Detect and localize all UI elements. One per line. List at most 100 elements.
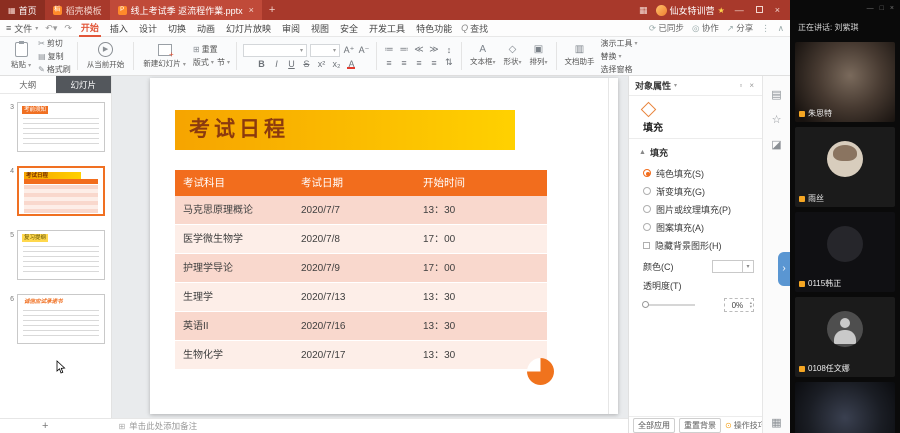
format-painter-button[interactable]: ✎格式刷 [38,64,71,75]
apps-grid-icon[interactable]: ▦ [763,416,790,429]
slide-page[interactable]: 考试日程 考试科目 考试日期 开始时间 马克思原理概论 2020/7/7 13：… [150,78,618,414]
decrease-font-icon[interactable]: A⁻ [358,45,370,56]
copy-button[interactable]: ▤复制 [38,51,71,62]
apply-all-button[interactable]: 全部应用 [633,418,675,433]
fill-group-header[interactable]: ▲ 填充 [629,139,762,164]
tab-docer-templates[interactable]: 稻 稻壳模板 [45,0,110,20]
fill-option-solid[interactable]: 纯色填充(S) [629,164,762,182]
undo-button[interactable]: ↶▾ [45,23,57,34]
align-center-icon[interactable]: ≡ [398,58,410,68]
home-button[interactable]: ▦ 首页 [0,0,45,20]
menu-tab-slideshow[interactable]: 幻灯片放映 [224,21,273,36]
sync-status[interactable]: ⟳ 已同步 [649,22,684,34]
close-tab-icon[interactable]: × [249,5,254,15]
color-dropdown[interactable]: ▾ [712,260,754,273]
transparency-slider[interactable] [643,304,695,306]
line-spacing-icon[interactable]: ⇅ [443,57,455,68]
more-menu-icon[interactable]: ⋮ [761,23,770,34]
doc-assistant-button[interactable]: ▥ 文档助手 [563,45,597,67]
underline-button[interactable]: U [285,59,297,69]
share-button[interactable]: ↗ 分享 [727,22,754,34]
fill-option-picture-texture[interactable]: 图片或纹理填充(P) [629,200,762,218]
strikethrough-button[interactable]: S [300,59,312,69]
fill-tab[interactable]: 填充 [629,119,762,139]
slide-thumbnail-5[interactable]: 复习提纲 [17,230,105,280]
notes-bar[interactable]: ⊞ 单击此处添加备注 [118,420,197,432]
collapse-ribbon-icon[interactable]: ∧ [778,23,784,34]
meeting-restore-button[interactable]: □ [880,5,884,12]
selection-pane-button[interactable]: 选择窗格 [601,64,638,75]
reset-background-button[interactable]: 重置背景 [679,418,721,433]
replace-button[interactable]: 替换▾ [601,51,638,62]
cut-button[interactable]: ✂剪切 [38,38,71,49]
paste-button[interactable]: 粘贴 ▾ [8,41,34,71]
slide-thumbnail-4-selected[interactable]: 考试日程 [17,166,105,216]
menu-tab-animation[interactable]: 动画 [195,21,217,36]
tips-link[interactable]: ⊙ 操作技巧 [725,420,766,431]
participant-video-tile[interactable]: 0115韩正 [795,212,895,292]
participant-video-tile[interactable]: 朱思特 [795,42,895,122]
superscript-icon[interactable]: x² [315,59,327,69]
text-direction-icon[interactable]: ↕ [443,45,455,55]
minimize-button[interactable]: — [733,5,746,15]
properties-panel-icon[interactable]: ▤ [763,88,790,101]
font-family-select[interactable]: ▾ [243,44,307,57]
transparency-value-box[interactable]: 0% ▴▾ [724,298,754,312]
numbered-list-icon[interactable]: ≕ [398,44,410,55]
present-tools-button[interactable]: 演示工具▾ [601,38,638,49]
menu-tab-home[interactable]: 开始 [79,20,101,37]
star-resources-icon[interactable]: ☆ [763,113,790,126]
chevron-down-icon[interactable]: ▾ [674,82,677,89]
participant-video-tile[interactable]: 0108任文娜 [795,297,895,377]
play-from-current-button[interactable]: ▶ 从当前开始 [84,41,128,71]
increase-indent-icon[interactable]: ≫ [428,44,440,55]
slide-title-banner[interactable]: 考试日程 [175,110,515,150]
font-size-select[interactable]: ▾ [310,44,340,57]
collab-button[interactable]: ◎ 协作 [692,22,719,34]
exam-schedule-table[interactable]: 考试科目 考试日期 开始时间 马克思原理概论 2020/7/7 13：30 医学… [175,170,547,370]
tab-slides[interactable]: 幻灯片 [56,76,112,93]
arrange-button[interactable]: ▣ 排列▾ [527,45,549,67]
menu-tab-devtools[interactable]: 开发工具 [367,21,407,36]
apps-grid-icon[interactable]: ▦ [639,5,648,16]
add-slide-button[interactable]: + [42,420,48,432]
menu-tab-view[interactable]: 视图 [309,21,331,36]
new-tab-button[interactable]: + [262,0,282,20]
pin-panel-icon[interactable]: ▫ [737,81,744,90]
menu-tab-design[interactable]: 设计 [137,21,159,36]
meeting-minimize-button[interactable]: — [867,5,874,12]
slider-thumb[interactable] [642,301,649,308]
close-button[interactable]: × [773,5,782,15]
justify-icon[interactable]: ≡ [428,58,440,68]
new-slide-button[interactable]: 新建幻灯片 ▾ [140,43,189,70]
increase-font-icon[interactable]: A⁺ [343,45,355,56]
participant-video-tile[interactable]: 雨丝 [795,127,895,207]
layout-button[interactable]: 版式▾ [193,57,214,68]
menu-tab-review[interactable]: 审阅 [280,21,302,36]
menu-tab-transition[interactable]: 切换 [166,21,188,36]
slide-thumbnail-3[interactable]: 考前须知 [17,102,105,152]
slide-thumbnail-6[interactable]: 诚信应试承诺书 [17,294,105,344]
font-color-button[interactable]: A [345,59,357,69]
expand-panel-tab[interactable]: › [778,252,790,286]
menu-tab-insert[interactable]: 插入 [108,21,130,36]
participant-video-tile[interactable]: 孙中李 [795,382,895,433]
tab-outline[interactable]: 大纲 [0,76,56,93]
user-account[interactable]: 仙女特训营 ★ [656,4,725,17]
italic-button[interactable]: I [270,59,282,69]
decrease-indent-icon[interactable]: ≪ [413,44,425,55]
close-panel-icon[interactable]: × [747,81,756,90]
image-panel-icon[interactable]: ◪ [763,138,790,151]
stepper-icons[interactable]: ▴▾ [750,301,753,309]
menu-tab-features[interactable]: 特色功能 [414,21,454,36]
align-right-icon[interactable]: ≡ [413,58,425,68]
reset-slide-button[interactable]: ⊞重置 [193,44,230,55]
section-button[interactable]: 节▾ [217,57,230,68]
menu-tab-security[interactable]: 安全 [338,21,360,36]
redo-button[interactable]: ↷ [64,23,72,34]
find-button[interactable]: Q 查找 [461,22,488,35]
meeting-close-button[interactable]: × [890,5,894,12]
shape-button[interactable]: ◇ 形状▾ [501,45,523,67]
fill-option-gradient[interactable]: 渐变填充(G) [629,182,762,200]
file-menu[interactable]: ≡ 文件 ▾ [6,22,38,35]
